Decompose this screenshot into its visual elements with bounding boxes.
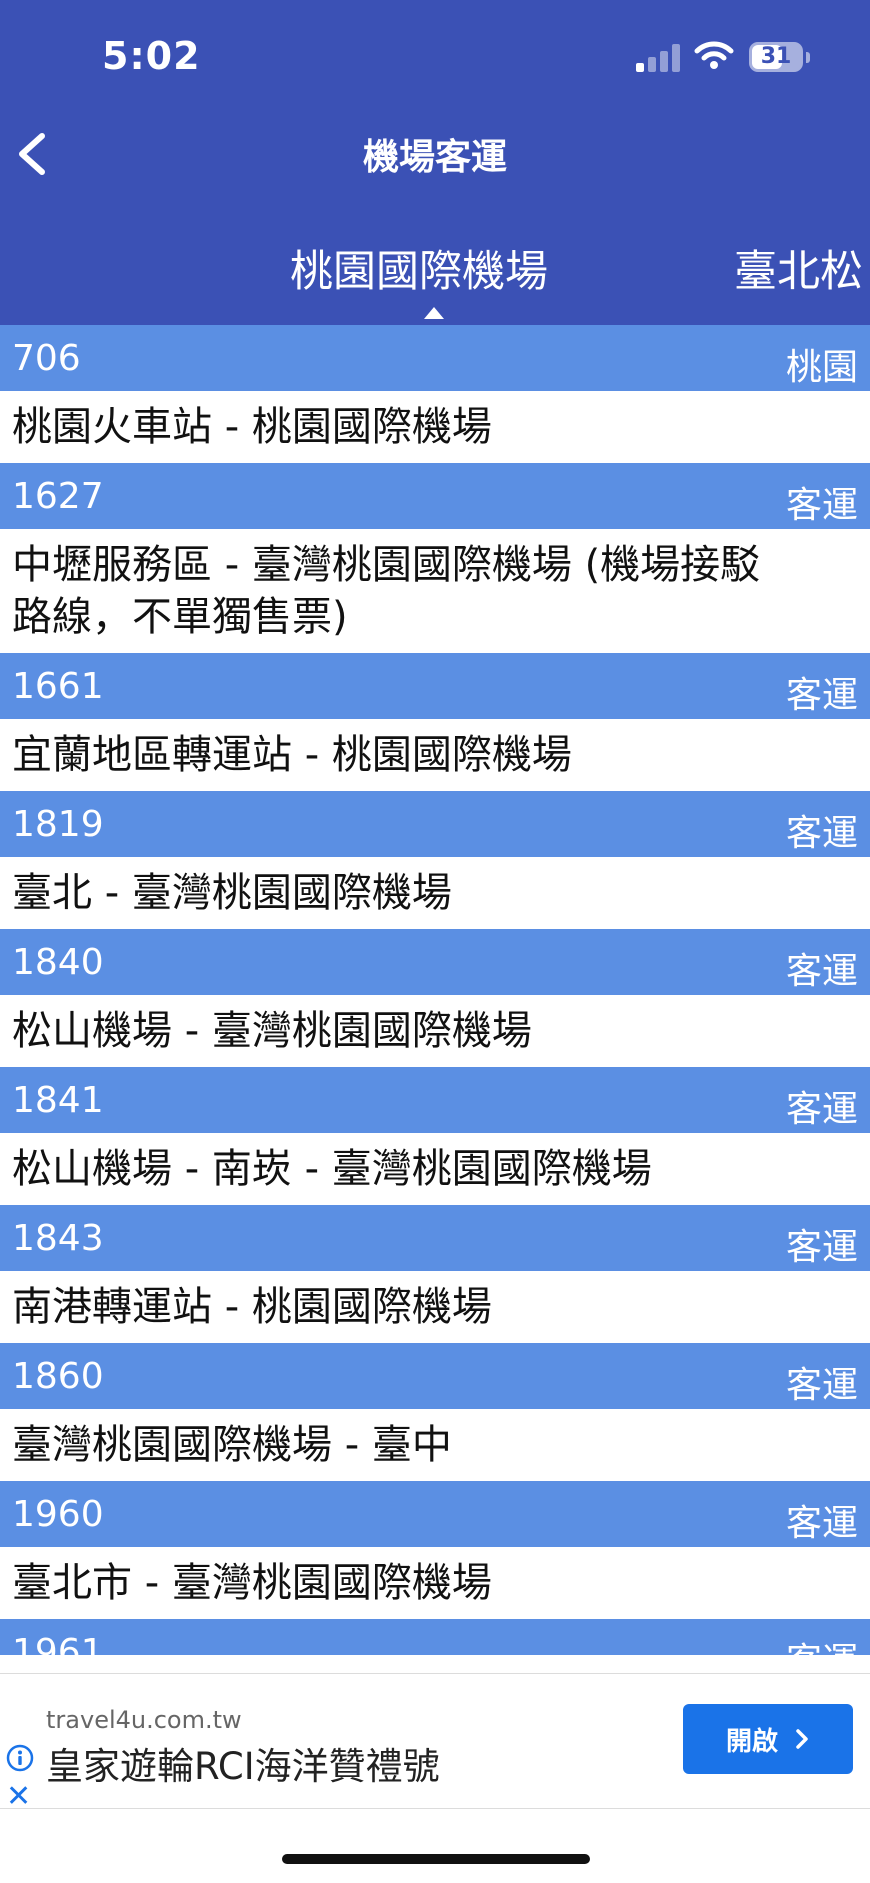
status-time: 5:02: [102, 34, 201, 78]
tab-taipei-songshan[interactable]: 臺北松: [734, 237, 870, 299]
open-ad-button[interactable]: 開啟: [683, 1704, 853, 1774]
route-number: 1840: [12, 942, 104, 983]
route-header: 1860 客運: [0, 1343, 870, 1409]
list-item[interactable]: 1819 客運 臺北 - 臺灣桃園國際機場: [0, 791, 870, 929]
route-number: 1819: [12, 804, 104, 845]
route-header: 1961 客運: [0, 1619, 870, 1655]
route-number: 1843: [12, 1218, 104, 1259]
route-name: 臺灣桃園國際機場 - 臺中: [0, 1409, 870, 1481]
route-name: 宜蘭地區轉運站 - 桃園國際機場: [0, 719, 870, 791]
list-item[interactable]: 1840 客運 松山機場 - 臺灣桃園國際機場: [0, 929, 870, 1067]
battery-level: 31: [760, 44, 792, 69]
route-number: 1961: [12, 1632, 104, 1655]
ad-domain: travel4u.com.tw: [46, 1706, 242, 1734]
list-item[interactable]: 1961 客運: [0, 1619, 870, 1655]
route-name: 松山機場 - 南崁 - 臺灣桃園國際機場: [0, 1133, 870, 1205]
list-item[interactable]: 1627 客運 中壢服務區 - 臺灣桃園國際機場 (機場接駁路線，不單獨售票): [0, 463, 870, 653]
route-operator: 客運: [785, 485, 858, 526]
open-ad-button-label: 開啟: [725, 1726, 778, 1757]
close-icon[interactable]: ✕: [6, 1782, 31, 1812]
list-item[interactable]: 1661 客運 宜蘭地區轉運站 - 桃園國際機場: [0, 653, 870, 791]
route-header: 1840 客運: [0, 929, 870, 995]
route-number: 1860: [12, 1356, 104, 1397]
list-item[interactable]: 706 桃園 桃園火車站 - 桃園國際機場: [0, 325, 870, 463]
list-item[interactable]: 1843 客運 南港轉運站 - 桃園國際機場: [0, 1205, 870, 1343]
route-name: 中壢服務區 - 臺灣桃園國際機場 (機場接駁路線，不單獨售票): [0, 529, 870, 653]
route-operator: 客運: [785, 951, 858, 992]
route-name: 松山機場 - 臺灣桃園國際機場: [0, 995, 870, 1067]
ad-banner[interactable]: travel4u.com.tw 皇家遊輪RCI海洋贊禮號 ✕ 開啟: [0, 1673, 870, 1812]
app-header: 5:02 31 機場客運 桃園國際機場 臺北松: [0, 0, 870, 325]
route-name: 南港轉運站 - 桃園國際機場: [0, 1271, 870, 1343]
route-number: 706: [12, 338, 81, 379]
route-header: 1841 客運: [0, 1067, 870, 1133]
page-title: 機場客運: [362, 137, 507, 178]
route-operator: 客運: [786, 1632, 858, 1655]
route-number: 1661: [12, 666, 104, 707]
list-item[interactable]: 1841 客運 松山機場 - 南崁 - 臺灣桃園國際機場: [0, 1067, 870, 1205]
route-operator: 客運: [785, 675, 858, 716]
route-number: 1841: [12, 1080, 104, 1121]
route-operator: 桃園: [785, 347, 858, 388]
route-name: 臺北 - 臺灣桃園國際機場: [0, 857, 870, 929]
route-number: 1960: [12, 1494, 104, 1535]
route-header: 1627 客運: [0, 463, 870, 529]
route-operator: 客運: [785, 1365, 858, 1406]
ad-title: 皇家遊輪RCI海洋贊禮號: [46, 1745, 440, 1788]
route-list: 706 桃園 桃園火車站 - 桃園國際機場 1627 客運 中壢服務區 - 臺灣…: [0, 325, 870, 1655]
route-header: 1819 客運: [0, 791, 870, 857]
route-header: 706 桃園: [0, 325, 870, 391]
route-header: 1960 客運: [0, 1481, 870, 1547]
route-header: 1843 客運: [0, 1205, 870, 1271]
route-operator: 客運: [785, 1503, 858, 1544]
list-item[interactable]: 1860 客運 臺灣桃園國際機場 - 臺中: [0, 1343, 870, 1481]
route-number: 1627: [12, 476, 104, 517]
route-operator: 客運: [785, 1227, 858, 1268]
route-name: 桃園火車站 - 桃園國際機場: [0, 391, 870, 463]
route-operator: 客運: [785, 1089, 858, 1130]
tab-taoyuan-airport[interactable]: 桃園國際機場: [290, 237, 548, 299]
list-item[interactable]: 1960 客運 臺北市 - 臺灣桃園國際機場: [0, 1481, 870, 1619]
battery-icon: 31: [749, 42, 803, 72]
route-header: 1661 客運: [0, 653, 870, 719]
chevron-right-icon: [796, 1729, 808, 1749]
route-operator: 客運: [785, 813, 858, 854]
tab-indicator: [424, 307, 444, 319]
cellular-signal-icon: [636, 44, 680, 72]
info-icon[interactable]: [6, 1744, 34, 1772]
route-name: 臺北市 - 臺灣桃園國際機場: [0, 1547, 870, 1619]
home-indicator[interactable]: [282, 1854, 590, 1864]
wifi-icon: [694, 41, 734, 69]
